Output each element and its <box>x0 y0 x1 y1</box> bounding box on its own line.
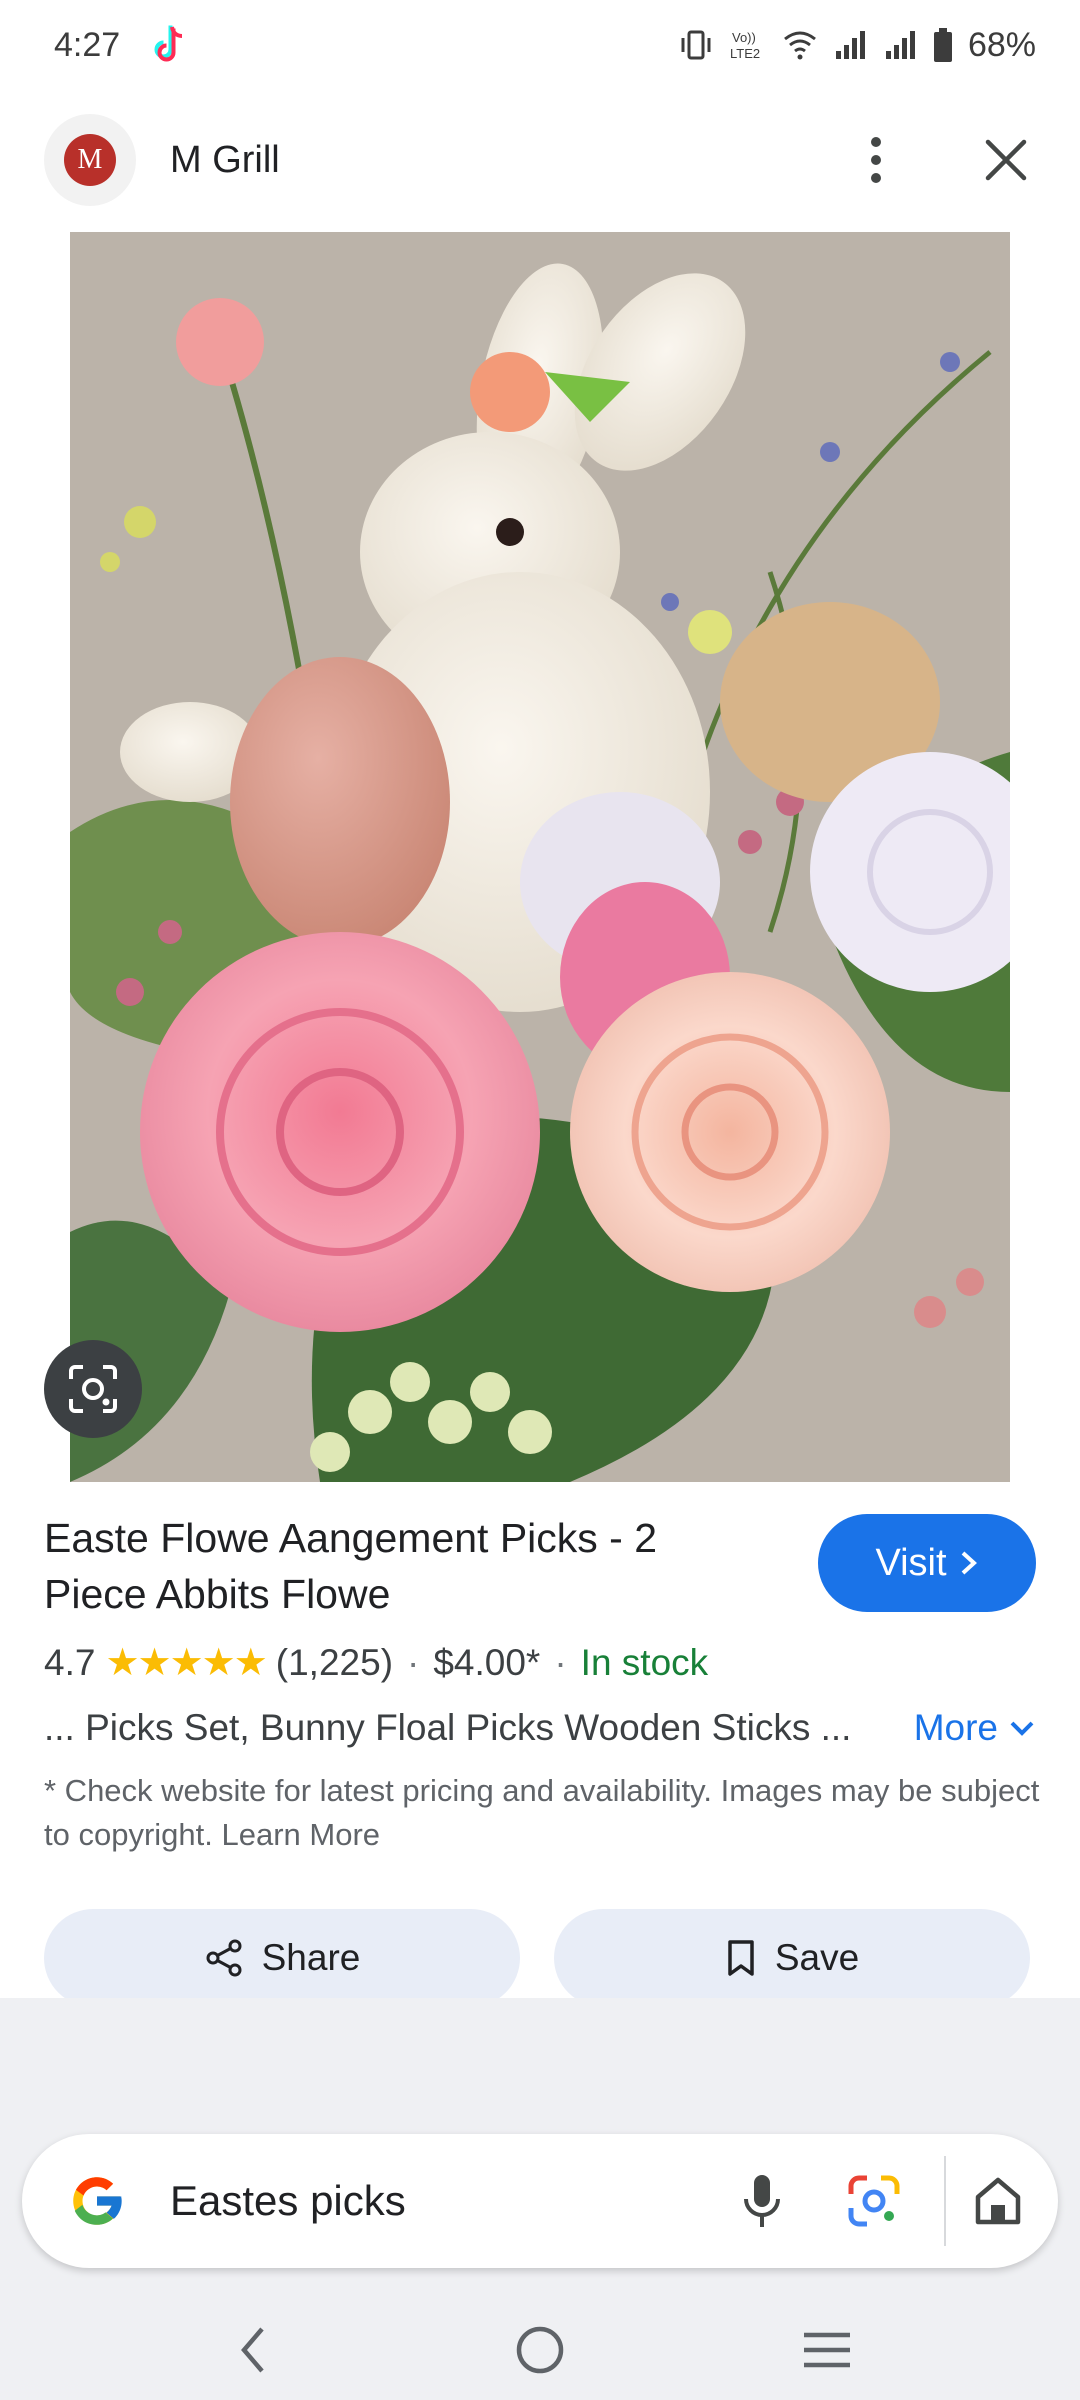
mic-icon <box>744 2175 780 2227</box>
search-divider <box>944 2156 946 2246</box>
image-area <box>0 232 1080 1482</box>
nav-recents-button[interactable] <box>797 2320 857 2380</box>
more-options-button[interactable] <box>846 130 906 190</box>
lens-icon <box>69 1365 117 1413</box>
close-button[interactable] <box>976 130 1036 190</box>
price: $4.00* <box>433 1641 541 1683</box>
visit-label: Visit <box>875 1541 947 1584</box>
svg-text:Vo)): Vo)) <box>732 30 756 45</box>
system-nav-bar <box>0 2300 1080 2400</box>
site-logo-letter: M <box>64 134 116 186</box>
stock-status: In stock <box>580 1641 709 1683</box>
site-name[interactable]: M Grill <box>170 139 280 182</box>
nav-home-button[interactable] <box>510 2320 570 2380</box>
status-time: 4:27 <box>54 25 121 64</box>
rating-value: 4.7 <box>44 1641 96 1683</box>
site-logo[interactable]: M <box>44 114 136 206</box>
voice-search-button[interactable] <box>732 2171 792 2231</box>
product-snippet: ... Picks Set, Bunny Floal Picks Wooden … <box>44 1707 852 1748</box>
share-button[interactable]: Share <box>44 1909 520 2007</box>
product-details: Easte Flowe Aangement Picks - 2 Piece Ab… <box>0 1500 1080 2007</box>
bookmark-icon <box>728 1940 754 1976</box>
rating-row: 4.7 ★★★★★ (1,225) · $4.00* · In stock <box>44 1640 1036 1685</box>
recents-icon <box>803 2332 850 2368</box>
search-bar[interactable]: Eastes picks <box>22 2134 1058 2268</box>
separator-dot: · <box>407 1641 420 1683</box>
signal-icon <box>835 31 865 59</box>
share-icon <box>206 1939 242 1977</box>
google-image-viewer: 4:27 Vo)) LTE2 68% M M Grill Easte Flowe… <box>0 0 1080 2400</box>
google-lens-button[interactable] <box>844 2171 904 2231</box>
snippet-row: ... Picks Set, Bunny Floal Picks Wooden … <box>44 1707 1036 1749</box>
google-lens-icon <box>848 2175 900 2227</box>
more-button[interactable]: More <box>914 1707 1036 1749</box>
home-circle-icon <box>516 2326 564 2374</box>
back-icon <box>241 2327 265 2373</box>
chevron-right-icon <box>961 1551 977 1575</box>
image-lens-button[interactable] <box>44 1340 142 1438</box>
battery-percent: 68% <box>967 25 1036 64</box>
review-count: (1,225) <box>275 1641 394 1683</box>
close-icon <box>985 139 1027 181</box>
easter-bunny-arrangement-image <box>70 232 1010 1482</box>
share-label: Share <box>261 1937 361 1978</box>
more-vert-icon <box>871 137 881 183</box>
search-query[interactable]: Eastes picks <box>170 2177 406 2225</box>
save-button[interactable]: Save <box>554 1909 1030 2007</box>
nav-back-button[interactable] <box>223 2320 283 2380</box>
volte-icon: Vo)) LTE2 <box>730 30 760 61</box>
vibrate-icon <box>681 30 711 60</box>
star-rating-icon: ★★★★★ <box>105 1642 267 1684</box>
action-buttons: Share Save <box>44 1909 1036 2007</box>
home-icon <box>975 2177 1021 2225</box>
save-label: Save <box>774 1937 860 1978</box>
product-image[interactable] <box>70 232 1010 1482</box>
wifi-icon <box>784 31 816 60</box>
status-icons: Vo)) LTE2 68% <box>678 26 1036 65</box>
chevron-down-icon <box>1010 1721 1034 1736</box>
home-button[interactable] <box>968 2171 1028 2231</box>
disclaimer: * Check website for latest pricing and a… <box>44 1773 1040 1852</box>
signal-icon-2 <box>885 31 915 59</box>
status-bar: 4:27 Vo)) LTE2 68% <box>0 0 1080 90</box>
separator-dot: · <box>554 1641 567 1683</box>
product-title[interactable]: Easte Flowe Aangement Picks - 2 Piece Ab… <box>44 1510 764 1622</box>
more-label: More <box>913 1707 998 1748</box>
google-logo-icon <box>73 2177 123 2225</box>
visit-button[interactable]: Visit <box>818 1514 1036 1612</box>
viewer-header: M M Grill <box>0 100 1080 220</box>
battery-icon <box>933 28 952 62</box>
tiktok-icon <box>154 25 183 62</box>
svg-text:LTE2: LTE2 <box>730 46 760 61</box>
